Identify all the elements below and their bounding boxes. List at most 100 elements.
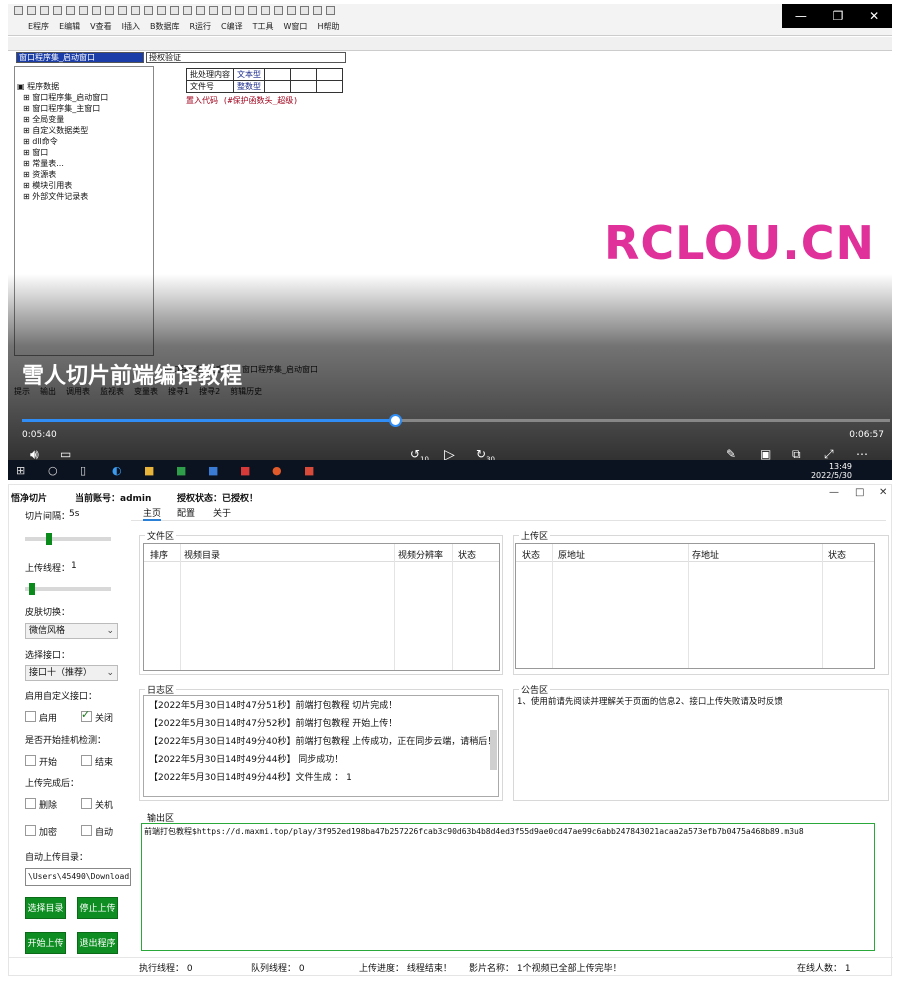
tree-item: ⊞ 常量表...: [23, 159, 64, 168]
task-view-icon: ▯: [80, 464, 87, 477]
video-progress-bar[interactable]: [22, 414, 890, 427]
chevron-down-icon: ⌄: [106, 668, 114, 678]
subtitles-icon[interactable]: ▭: [60, 447, 71, 461]
auto-label: 自动: [95, 828, 114, 838]
queue-threads: 队列线程： 0: [251, 964, 305, 974]
ide-toolbar-secondary: [8, 37, 892, 51]
upload-table-header: 状态 原地址 存地址 状态: [516, 544, 874, 562]
upload-progress: 上传进度： 线程结束！: [359, 964, 452, 974]
delete-checkbox[interactable]: [25, 798, 36, 809]
recorder-icon: ●: [272, 464, 282, 477]
file-table-header: 排序 视频目录 视频分辨率 状态: [144, 544, 499, 562]
column-header: 视频分辨率: [398, 551, 444, 561]
after-upload-label: 上传完成后：: [25, 779, 80, 789]
app-icon: ■: [208, 464, 219, 477]
log-scrollbar[interactable]: [490, 730, 497, 770]
watermark: RCLOU.CN: [604, 216, 876, 270]
threads-slider-thumb[interactable]: [29, 583, 36, 595]
video-progress-fill: [22, 419, 396, 422]
skin-dropdown[interactable]: 微信风格 ⌄: [25, 623, 118, 639]
encrypt-label: 加密: [39, 828, 58, 838]
shutdown-label: 关机: [95, 801, 114, 811]
end-label: 结束: [95, 758, 114, 768]
video-player[interactable]: E程序 E编辑 V查看 I插入 B数据库 R运行 C编译 T工具 W窗口 H帮助 — ❐ ✕ 窗口程序…: [8, 4, 892, 480]
windows-start-icon: ⊞: [16, 464, 26, 477]
close-label: 关闭: [95, 714, 114, 724]
tree-item: ⊞ dll命令: [23, 137, 58, 146]
upload-table[interactable]: 状态 原地址 存地址 状态: [515, 543, 875, 669]
ide-menu-item: I插入: [121, 22, 140, 31]
tree-item: ▣ 程序数据: [17, 82, 60, 91]
search-icon: ○: [48, 464, 58, 477]
output-box[interactable]: 前端打包教程$https://d.maxmi.top/play/3f952ed1…: [141, 823, 875, 951]
minimize-button[interactable]: —: [829, 487, 839, 498]
exec-threads: 执行线程： 0: [139, 964, 193, 974]
close-button[interactable]: ✕: [879, 487, 887, 498]
auto-dir-input[interactable]: \Users\45490\Downloads\: [25, 868, 131, 886]
app-icon: ■: [304, 464, 315, 477]
start-upload-button[interactable]: 开始上传: [25, 932, 66, 954]
encrypt-checkbox[interactable]: [25, 825, 36, 836]
column-header: 状态: [458, 551, 477, 561]
column-header: 存地址: [692, 551, 720, 561]
ide-menu-item: H帮助: [317, 22, 340, 31]
stop-upload-button[interactable]: 停止上传: [77, 897, 118, 919]
log-box[interactable]: 【2022年5月30日14时47分51秒】前端打包教程 切片完成！ 【2022年…: [143, 695, 499, 797]
custom-port-label: 启用自定义接口：: [25, 692, 98, 702]
tree-item: ⊞ 自定义数据类型: [23, 126, 89, 135]
notice-text: 1、使用前请先阅读并理解关于页面的信息2、接口上传失败请及时反馈: [517, 697, 783, 707]
file-area-title: 文件区: [145, 529, 177, 542]
ide-window-controls: — ❐ ✕: [782, 4, 892, 28]
interval-slider[interactable]: [25, 533, 111, 545]
var-type: 文本型: [233, 68, 265, 81]
enable-checkbox[interactable]: [25, 711, 36, 722]
edit-icon[interactable]: ✎: [726, 447, 736, 461]
port-dropdown[interactable]: 接口十（推荐） ⌄: [25, 665, 118, 681]
upload-area-title: 上传区: [519, 529, 551, 542]
app-icon: ■: [176, 464, 187, 477]
video-total-time: 0:06:57: [849, 430, 884, 440]
threads-slider[interactable]: [25, 583, 111, 595]
tab-config[interactable]: 配置: [177, 506, 195, 519]
movie-name: 影片名称： 1个视频已全部上传完毕！: [469, 964, 622, 974]
ide-menu-item: E编辑: [59, 22, 81, 31]
tab-about[interactable]: 关于: [213, 506, 231, 519]
threads-value: 1: [71, 561, 77, 571]
ide-menu-item: B数据库: [149, 22, 180, 31]
status-divider: [9, 957, 893, 958]
select-dir-button[interactable]: 选择目录: [25, 897, 66, 919]
maximize-button[interactable]: □: [855, 487, 864, 498]
port-value: 接口十（推荐）: [29, 668, 93, 678]
ide-menu-item: E程序: [28, 22, 50, 31]
column-header: 状态: [522, 551, 541, 561]
shutdown-checkbox[interactable]: [81, 798, 92, 809]
close-checkbox[interactable]: [81, 708, 92, 722]
ide-menu-item: V查看: [90, 22, 112, 31]
tab-home[interactable]: 主页: [143, 506, 162, 521]
app-icon: ■: [240, 464, 251, 477]
start-checkbox[interactable]: [25, 755, 36, 766]
threads-label: 上传线程：: [25, 564, 71, 574]
column-header: 原地址: [558, 551, 586, 561]
interval-slider-thumb[interactable]: [46, 533, 53, 545]
auto-checkbox[interactable]: [81, 825, 92, 836]
ide-toolbar-icons: [14, 6, 335, 15]
tree-item: ⊞ 资源表: [23, 170, 57, 179]
ide-menu-item: R运行: [189, 22, 212, 31]
ide-menu-items: E程序 E编辑 V查看 I插入 B数据库 R运行 C编译 T工具 W窗口 H帮助: [28, 21, 339, 32]
tree-item: ⊞ 窗口程序集_启动窗口: [23, 93, 109, 102]
app-window: 悟净切片 当前账号：admin 授权状态：已授权！ — □ ✕ 切片间隔： 5s…: [8, 484, 893, 976]
log-line: 【2022年5月30日14时49分44秒】 同步成功！: [149, 755, 344, 765]
var-name: 批处理内容: [186, 68, 234, 81]
edge-icon: ◐: [112, 464, 122, 477]
exit-button[interactable]: 退出程序: [77, 932, 118, 954]
tab-divider: [131, 520, 886, 521]
end-checkbox[interactable]: [81, 755, 92, 766]
ide-method-combo: 授权验证: [146, 52, 346, 63]
app-title: 悟净切片: [11, 494, 48, 504]
file-table[interactable]: 排序 视频目录 视频分辨率 状态: [143, 543, 500, 671]
port-label: 选择接口：: [25, 651, 71, 661]
miniplayer-icon[interactable]: ▣: [760, 447, 771, 461]
hangup-label: 是否开始挂机检测：: [25, 736, 107, 746]
more-icon[interactable]: ⋯: [856, 447, 868, 461]
